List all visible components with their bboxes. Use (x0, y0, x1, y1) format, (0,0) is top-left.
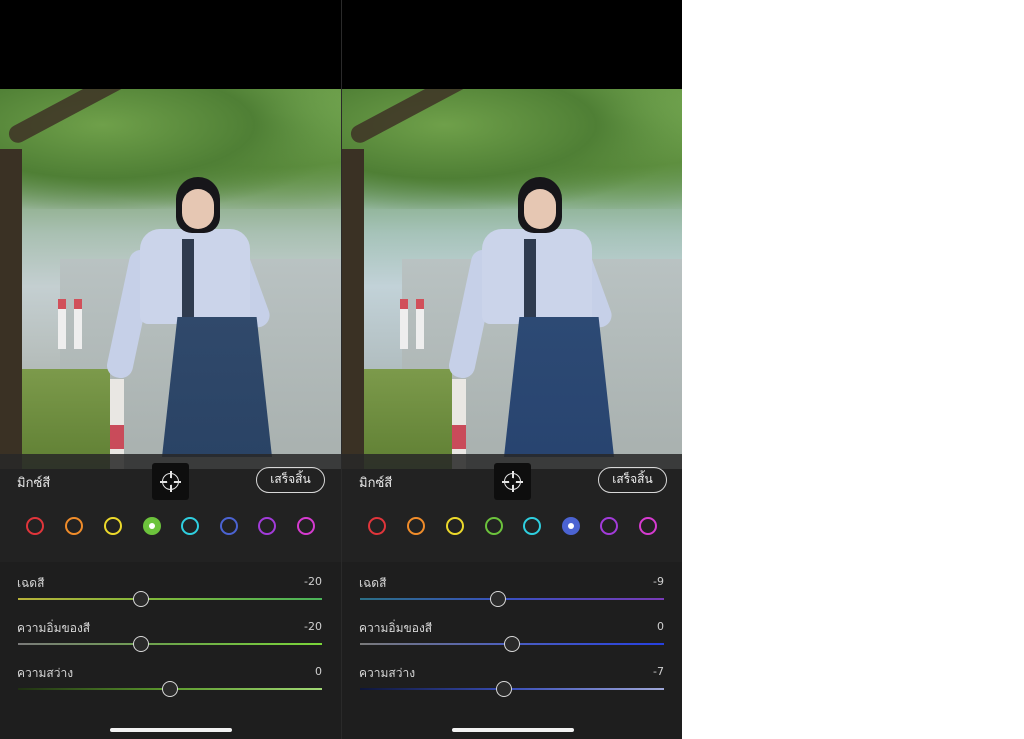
slider-value: -20 (304, 620, 322, 633)
photo-post (416, 299, 424, 349)
photo-post (74, 299, 82, 349)
photo-post (58, 299, 66, 349)
slider-label: เฉดสี (17, 576, 45, 590)
done-button[interactable]: เสร็จสิ้น (598, 467, 667, 493)
target-adjust-button[interactable] (152, 463, 189, 500)
swatch-green[interactable] (485, 517, 503, 535)
photo-person-skirt (162, 317, 272, 457)
color-mix-editor: มิกซ์สี เสร็จสิ้น เฉดสี -9 ความอิ่มของสี 0 ค… (342, 454, 683, 739)
photo-person-shirt (140, 229, 250, 324)
color-mix-title: มิกซ์สี (17, 476, 51, 491)
photo-person-tie (524, 239, 536, 319)
swatch-yellow[interactable] (104, 517, 122, 535)
slider-thumb[interactable] (162, 681, 178, 697)
slider-thumb[interactable] (490, 591, 507, 607)
photo-person-face (524, 189, 556, 229)
swatch-red[interactable] (368, 517, 386, 535)
slider-label: เฉดสี (359, 576, 387, 590)
slider-group: เฉดสี -9 ความอิ่มของสี 0 ความสว่าง -7 (342, 562, 683, 739)
slider-value: 0 (315, 665, 322, 678)
swatch-blue[interactable] (220, 517, 238, 535)
swatch-aqua[interactable] (523, 517, 541, 535)
slider-track[interactable] (18, 643, 322, 645)
swatch-red[interactable] (26, 517, 44, 535)
slider-value: -20 (304, 575, 322, 588)
photo-person-shirt (482, 229, 592, 324)
preview-photo (0, 89, 341, 469)
editor-panel-right: มิกซ์สี เสร็จสิ้น เฉดสี -9 ความอิ่มของสี 0 ค… (342, 0, 683, 739)
swatch-magenta[interactable] (297, 517, 315, 535)
swatch-purple[interactable] (600, 517, 618, 535)
slider-label: ความสว่าง (359, 666, 416, 680)
photo-person-face (182, 189, 214, 229)
slider-value: 0 (657, 620, 664, 633)
slider-value: -7 (653, 665, 664, 678)
photo-person-skirt (504, 317, 614, 457)
slider-label: ความอิ่มของสี (17, 621, 91, 635)
photo-trunk (342, 149, 364, 469)
swatch-blue[interactable] (562, 517, 580, 535)
selected-indicator-icon (568, 523, 574, 529)
color-mix-title: มิกซ์สี (359, 476, 393, 491)
swatch-green[interactable] (143, 517, 161, 535)
swatch-purple[interactable] (258, 517, 276, 535)
swatch-magenta[interactable] (639, 517, 657, 535)
crosshair-icon-center (167, 478, 174, 485)
photo-pole-band (110, 425, 124, 449)
blank-margin (682, 0, 1024, 739)
swatch-yellow[interactable] (446, 517, 464, 535)
editor-panel-left: มิกซ์สี เสร็จสิ้น เฉดสี -20 ความอิ่มของสี -… (0, 0, 341, 739)
slider-label: ความสว่าง (17, 666, 74, 680)
color-mix-header: มิกซ์สี เสร็จสิ้น (0, 454, 341, 562)
preview-photo (342, 89, 683, 469)
photo-person-tie (182, 239, 194, 319)
color-mix-editor: มิกซ์สี เสร็จสิ้น เฉดสี -20 ความอิ่มของสี -… (0, 454, 341, 739)
photo-post (400, 299, 408, 349)
slider-thumb[interactable] (496, 681, 513, 697)
photo-pole-band (452, 425, 466, 449)
target-adjust-button[interactable] (494, 463, 531, 500)
home-indicator (110, 728, 232, 732)
slider-track[interactable] (18, 598, 322, 600)
selected-indicator-icon (149, 523, 155, 529)
slider-group: เฉดสี -20 ความอิ่มของสี -20 ความสว่าง 0 (0, 562, 341, 739)
slider-thumb[interactable] (133, 591, 150, 607)
swatch-aqua[interactable] (181, 517, 199, 535)
swatch-orange[interactable] (407, 517, 425, 535)
slider-thumb[interactable] (133, 636, 150, 652)
slider-label: ความอิ่มของสี (359, 621, 433, 635)
slider-thumb[interactable] (504, 636, 520, 652)
done-button[interactable]: เสร็จสิ้น (256, 467, 325, 493)
swatch-orange[interactable] (65, 517, 83, 535)
slider-track[interactable] (360, 598, 664, 600)
home-indicator (452, 728, 574, 732)
crosshair-icon-center (509, 478, 516, 485)
color-mix-header: มิกซ์สี เสร็จสิ้น (342, 454, 683, 562)
slider-value: -9 (653, 575, 664, 588)
photo-trunk (0, 149, 22, 469)
